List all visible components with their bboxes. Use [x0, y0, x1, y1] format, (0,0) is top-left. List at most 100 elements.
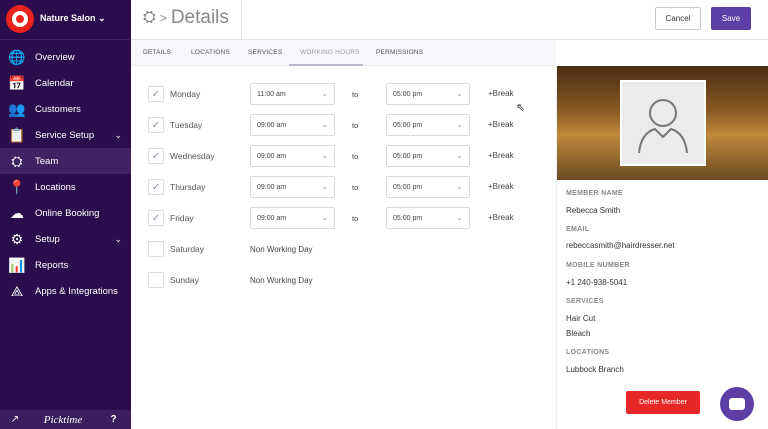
member-panel: MEMBER NAME Rebecca Smith EMAIL rebeccas… [556, 66, 768, 429]
service-icon: 📋 [8, 126, 26, 143]
start-time-select[interactable]: 09:00 am ⌄ [250, 207, 335, 229]
start-time-select[interactable]: 09:00 am ⌄ [250, 145, 335, 167]
working-hours-row: ✓ Wednesday 09:00 am ⌄ to 05:00 pm ⌄ +Break [148, 145, 548, 167]
end-time-select[interactable]: 05:00 pm ⌄ [386, 207, 470, 229]
avatar[interactable] [620, 80, 706, 166]
location-item: Lubbock Branch [566, 365, 624, 374]
start-time-select[interactable]: 09:00 am ⌄ [250, 176, 335, 198]
start-time-value: 09:00 am [257, 153, 287, 160]
sidebar-item-label: Locations [35, 181, 76, 193]
working-hours-row: ✓ Monday 11:00 am ⌄ to 05:00 pm ⌄ +Break [148, 83, 548, 105]
sidebar-item-locations[interactable]: 📍 Locations [0, 174, 131, 200]
working-hours-row: Sunday Non Working Day [148, 269, 548, 291]
cloud-icon: ☁ [10, 204, 24, 221]
day-checkbox[interactable]: ✓ [148, 148, 164, 164]
day-label: Friday [170, 213, 194, 223]
chevron-down-icon: ⌄ [321, 89, 328, 98]
sidebar: Nature Salon ⌄ 🌐 Overview 📅 Calendar 👥 Custom… [0, 0, 131, 429]
email-value: rebeccasmith@hairdresser.net [566, 241, 675, 250]
sidebar-item-online-booking[interactable]: ☁ Online Booking [0, 200, 131, 226]
breadcrumb: ⛭ > Details [143, 7, 229, 29]
header: ⛭ > Details Cancel Save [131, 0, 768, 40]
day-checkbox[interactable] [148, 272, 164, 288]
day-label: Monday [170, 89, 201, 99]
sidebar-item-label: Team [35, 155, 59, 167]
end-time-value: 05:00 pm [393, 122, 423, 129]
calendar-icon: 📅 [8, 74, 26, 91]
day-label: Sunday [170, 275, 199, 285]
start-time-value: 09:00 am [257, 122, 287, 129]
page-title: Details [170, 7, 229, 28]
day-checkbox[interactable] [148, 241, 164, 257]
add-break-link[interactable]: +Break [488, 151, 514, 160]
chevron-down-icon: ⌄ [321, 213, 328, 222]
add-break-link[interactable]: +Break [488, 213, 514, 222]
gear-icon: ⚙ [10, 230, 24, 247]
to-label: to [352, 214, 359, 223]
chevron-down-icon: ⌄ [321, 120, 328, 129]
team-icon[interactable]: ⛭ [143, 9, 156, 27]
end-time-select[interactable]: 05:00 pm ⌄ [386, 83, 470, 105]
start-time-select[interactable]: 09:00 am ⌄ [250, 114, 335, 136]
external-link-icon[interactable]: ↗ [0, 414, 30, 425]
chevron-down-icon[interactable]: ⌄ [114, 234, 122, 245]
salon-switcher[interactable]: Nature Salon ⌄ [0, 0, 131, 40]
sidebar-item-service-setup[interactable]: 📋 Service Setup ⌄ [0, 122, 131, 148]
chevron-down-icon: ⌄ [456, 151, 463, 160]
sidebar-item-customers[interactable]: 👥 Customers [0, 96, 131, 122]
mobile-label: MOBILE NUMBER [566, 262, 630, 269]
sidebar-footer: ↗ Picktime ? [0, 410, 131, 429]
working-hours-row: ✓ Friday 09:00 am ⌄ to 05:00 pm ⌄ +Break [148, 207, 548, 229]
day-checkbox[interactable]: ✓ [148, 117, 164, 133]
locations-label: LOCATIONS [566, 349, 610, 356]
sidebar-item-calendar[interactable]: 📅 Calendar [0, 70, 131, 96]
reports-icon: 📊 [8, 256, 26, 273]
sidebar-item-label: Calendar [35, 77, 74, 89]
sidebar-item-overview[interactable]: 🌐 Overview [0, 44, 131, 70]
day-checkbox[interactable]: ✓ [148, 210, 164, 226]
team-icon: ⛭ [11, 152, 23, 169]
chevron-down-icon: ⌄ [456, 182, 463, 191]
sidebar-item-reports[interactable]: 📊 Reports [0, 252, 131, 278]
tab-bar: DETAILS LOCATIONS SERVICES WORKING HOURS… [131, 40, 556, 66]
end-time-value: 05:00 pm [393, 91, 423, 98]
chat-button[interactable] [720, 387, 754, 421]
service-item: Bleach [566, 329, 591, 338]
chevron-down-icon[interactable]: ⌄ [114, 130, 122, 141]
tab-locations[interactable]: LOCATIONS [191, 49, 230, 56]
sidebar-item-team[interactable]: ⛭ Team [0, 148, 131, 174]
tab-services[interactable]: SERVICES [248, 49, 282, 56]
location-icon: 📍 [8, 178, 26, 195]
delete-member-button[interactable]: Delete Member [626, 391, 700, 414]
end-time-select[interactable]: 05:00 pm ⌄ [386, 145, 470, 167]
add-break-link[interactable]: +Break [488, 182, 514, 191]
save-button[interactable]: Save [711, 7, 751, 30]
sidebar-item-label: Apps & Integrations [35, 285, 118, 297]
chevron-down-icon: ⌄ [456, 213, 463, 222]
add-break-link[interactable]: +Break [488, 120, 514, 129]
salon-name: Nature Salon ⌄ [40, 13, 106, 23]
services-label: SERVICES [566, 298, 604, 305]
add-break-link[interactable]: +Break [488, 89, 514, 98]
day-checkbox[interactable]: ✓ [148, 86, 164, 102]
tab-permissions[interactable]: PERMISSIONS [376, 49, 423, 56]
sidebar-item-setup[interactable]: ⚙ Setup ⌄ [0, 226, 131, 252]
active-tab-indicator [289, 64, 363, 66]
tab-working-hours[interactable]: WORKING HOURS [300, 49, 360, 56]
help-button[interactable]: ? [96, 414, 131, 425]
working-hours-row: Saturday Non Working Day [148, 238, 548, 260]
chevron-down-icon: ⌄ [456, 89, 463, 98]
end-time-select[interactable]: 05:00 pm ⌄ [386, 176, 470, 198]
to-label: to [352, 90, 359, 99]
sidebar-item-label: Overview [35, 51, 75, 63]
picktime-logo: Picktime [43, 413, 83, 426]
cover-photo [557, 66, 768, 180]
to-label: to [352, 183, 359, 192]
day-checkbox[interactable]: ✓ [148, 179, 164, 195]
cancel-button[interactable]: Cancel [655, 7, 701, 30]
start-time-select[interactable]: 11:00 am ⌄ [250, 83, 335, 105]
sidebar-item-apps-integrations[interactable]: ⟁ Apps & Integrations [0, 278, 131, 304]
tab-details[interactable]: DETAILS [143, 49, 171, 56]
end-time-select[interactable]: 05:00 pm ⌄ [386, 114, 470, 136]
day-label: Saturday [170, 244, 205, 254]
